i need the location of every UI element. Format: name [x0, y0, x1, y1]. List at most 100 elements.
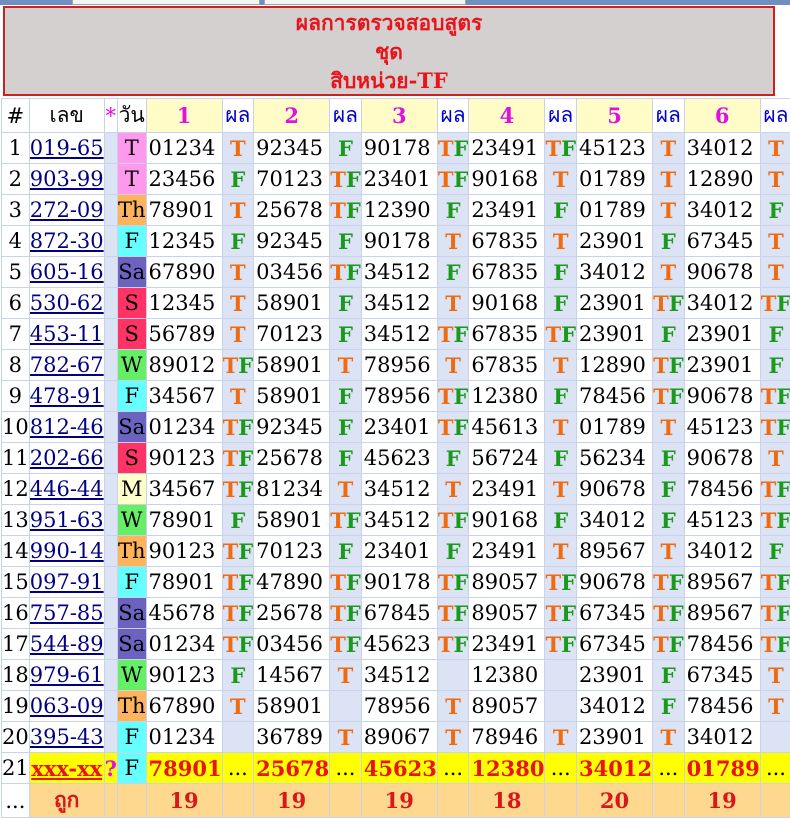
- set-result: T: [437, 474, 469, 505]
- set-value: 78901: [146, 195, 222, 226]
- set-result: TF: [330, 629, 362, 660]
- set-result: TF: [760, 412, 790, 443]
- row-number-link[interactable]: 019-65: [30, 136, 104, 160]
- row-number[interactable]: 272-09: [29, 195, 104, 226]
- set-result: F: [545, 443, 577, 474]
- row-number-link[interactable]: 446-44: [30, 477, 104, 501]
- correct-count: 19: [361, 784, 437, 818]
- row-number[interactable]: 453-11: [29, 319, 104, 350]
- row-number-link[interactable]: 951-63: [30, 508, 104, 532]
- set-value: 12345: [146, 288, 222, 319]
- set-value: 90168: [469, 505, 545, 536]
- set-result: T: [545, 350, 577, 381]
- set-value: 12380: [469, 660, 545, 691]
- set-result: T: [222, 319, 254, 350]
- row-day: F: [117, 226, 146, 257]
- row-number[interactable]: 544-89: [29, 629, 104, 660]
- set-value: 89567: [684, 567, 760, 598]
- row-number[interactable]: 872-30: [29, 226, 104, 257]
- set-value: 45678: [146, 598, 222, 629]
- row-number-link[interactable]: 097-91: [30, 570, 104, 594]
- col-index-header: #: [2, 99, 30, 133]
- row-number[interactable]: 395-43: [29, 722, 104, 753]
- row-number[interactable]: 757-85: [29, 598, 104, 629]
- row-index: 6: [2, 288, 30, 319]
- row-number[interactable]: 812-46: [29, 412, 104, 443]
- row-number-link[interactable]: 605-16: [30, 260, 104, 284]
- row-number[interactable]: 605-16: [29, 257, 104, 288]
- set-value: 23901: [577, 319, 653, 350]
- row-number-link[interactable]: 979-61: [30, 663, 104, 687]
- set-result: T: [545, 536, 577, 567]
- row-number[interactable]: 019-65: [29, 133, 104, 164]
- row-number-link[interactable]: 063-09: [30, 694, 104, 718]
- row-number-link[interactable]: 990-14: [30, 539, 104, 563]
- row-number[interactable]: 990-14: [29, 536, 104, 567]
- set-value: 45613: [469, 412, 545, 443]
- table-row: 15097-91F78901TF47890TF90178TF89057TF906…: [2, 567, 790, 598]
- row-number-link[interactable]: xxx-xx: [31, 756, 102, 781]
- result-header: ผลการตรวจสอบสูตร ชุด สิบหน่วย-TF: [3, 6, 775, 96]
- row-number-link[interactable]: 202-66: [30, 446, 104, 470]
- set-value: 70123: [254, 164, 330, 195]
- col-result-header: ผล: [545, 99, 577, 133]
- row-day: F: [117, 567, 146, 598]
- set-result: F: [330, 226, 362, 257]
- col-result-header: ผล: [760, 99, 790, 133]
- set-result: TF: [545, 133, 577, 164]
- set-value: 25678: [254, 443, 330, 474]
- browser-tab[interactable]: [264, 0, 466, 5]
- row-number[interactable]: 903-99: [29, 164, 104, 195]
- set-result: T: [653, 133, 685, 164]
- set-value: 12390: [361, 195, 437, 226]
- set-value: 78901: [146, 567, 222, 598]
- set-value: 67835: [469, 319, 545, 350]
- set-value: 81234: [254, 474, 330, 505]
- results-table-wrap: # เลข * วัน 1 ผล 2 ผล 3 ผล 4 ผล 5 ผล 6 ผ…: [1, 98, 790, 818]
- row-index: 13: [2, 505, 30, 536]
- set-result: [545, 660, 577, 691]
- row-number-link[interactable]: 478-91: [30, 384, 104, 408]
- row-day: F: [117, 722, 146, 753]
- count-spacer: [330, 784, 362, 818]
- row-number[interactable]: 530-62: [29, 288, 104, 319]
- set-result: ...: [760, 753, 790, 784]
- set-value: 23901: [684, 350, 760, 381]
- row-number[interactable]: 097-91: [29, 567, 104, 598]
- row-number[interactable]: 202-66: [29, 443, 104, 474]
- row-number-link[interactable]: 782-67: [30, 353, 104, 377]
- row-number-link[interactable]: 530-62: [30, 291, 104, 315]
- row-number[interactable]: 446-44: [29, 474, 104, 505]
- table-row: 6530-62S12345T58901F34512T90168F23901TF3…: [2, 288, 790, 319]
- set-result: TF: [653, 381, 685, 412]
- set-value: 78456: [684, 474, 760, 505]
- row-index: 14: [2, 536, 30, 567]
- set-value: 01234: [146, 722, 222, 753]
- row-number[interactable]: 782-67: [29, 350, 104, 381]
- row-number-link[interactable]: 812-46: [30, 415, 104, 439]
- row-number-link[interactable]: 544-89: [30, 632, 104, 656]
- row-number[interactable]: 979-61: [29, 660, 104, 691]
- set-value: 89567: [684, 598, 760, 629]
- set-value: 03456: [254, 257, 330, 288]
- row-number-link[interactable]: 453-11: [30, 322, 104, 346]
- set-value: 34012: [577, 257, 653, 288]
- row-mark: [104, 350, 117, 381]
- set-result: TF: [545, 598, 577, 629]
- row-number[interactable]: 951-63: [29, 505, 104, 536]
- browser-tab[interactable]: [72, 0, 260, 5]
- row-number[interactable]: 478-91: [29, 381, 104, 412]
- set-result: F: [437, 257, 469, 288]
- set-value: 14567: [254, 660, 330, 691]
- set-value: 90123: [146, 443, 222, 474]
- set-value: 92345: [254, 226, 330, 257]
- row-number[interactable]: 063-09: [29, 691, 104, 722]
- row-number-link[interactable]: 757-85: [30, 601, 104, 625]
- set-value: 67345: [684, 660, 760, 691]
- row-number-link[interactable]: 903-99: [30, 167, 104, 191]
- set-result: F: [545, 288, 577, 319]
- row-number-link[interactable]: 872-30: [30, 229, 104, 253]
- row-number[interactable]: xxx-xx: [29, 753, 104, 784]
- row-number-link[interactable]: 395-43: [30, 725, 104, 749]
- row-number-link[interactable]: 272-09: [30, 198, 104, 222]
